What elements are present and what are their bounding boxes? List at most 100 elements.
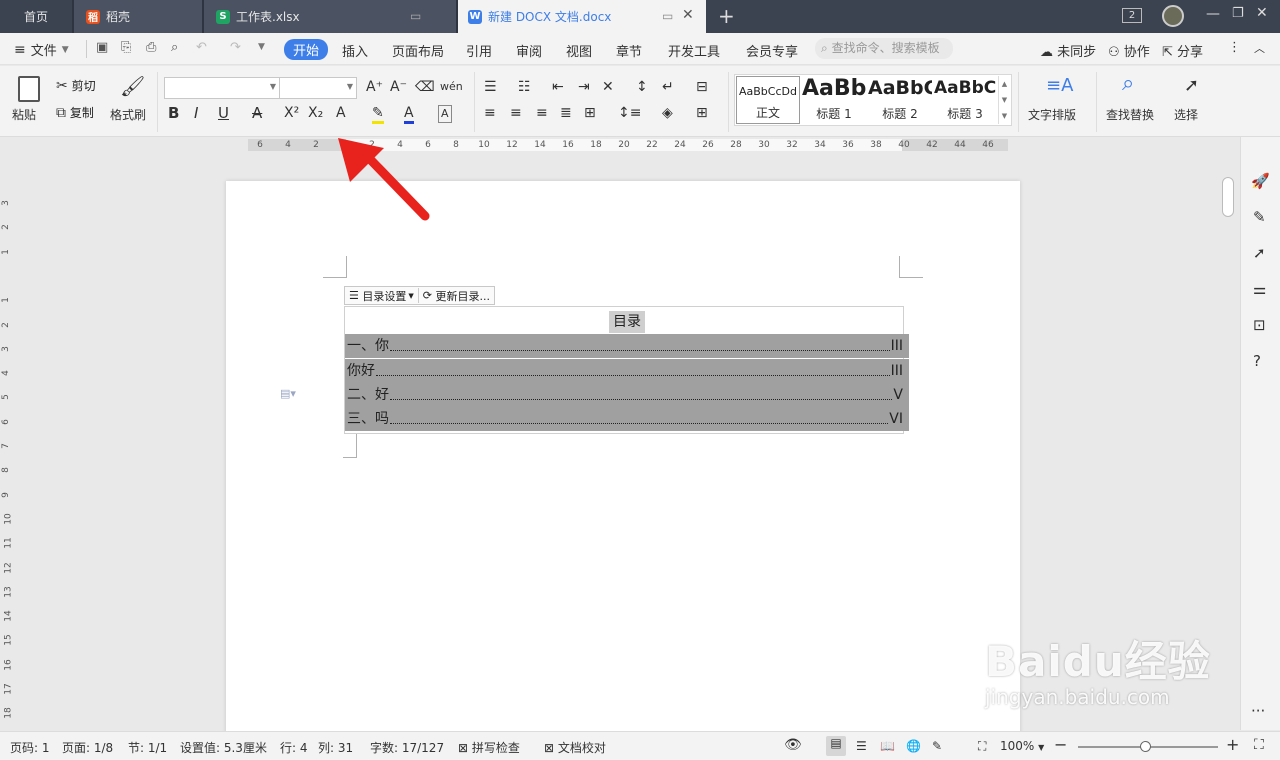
- tab-daoke[interactable]: 稻 稻壳: [74, 0, 202, 33]
- page-view-icon[interactable]: ▤: [826, 736, 846, 756]
- vertical-ruler[interactable]: 3 2 1 1 2 3 4 5 6 7 8 9 10 11 12 13 14 15 16 17 18: [0, 190, 14, 730]
- window-icon[interactable]: ▭: [410, 9, 421, 23]
- font-name-select[interactable]: ▼: [164, 77, 280, 99]
- distribute-icon[interactable]: ⊞: [584, 105, 596, 121]
- style-normal[interactable]: AaBbCcDd 正文: [736, 76, 800, 124]
- minimize-icon[interactable]: —: [1206, 6, 1220, 22]
- select-button[interactable]: ➚ 选择: [1172, 74, 1216, 124]
- read-view-icon[interactable]: 📖: [880, 739, 895, 753]
- status-row[interactable]: 行: 4: [280, 739, 308, 756]
- toc-entry[interactable]: 一、你 III: [345, 334, 909, 358]
- underline-icon[interactable]: U: [218, 105, 229, 121]
- menu-view[interactable]: 视图: [566, 41, 592, 60]
- char-border-icon[interactable]: A: [438, 105, 452, 123]
- sort-icon[interactable]: ↕: [636, 79, 648, 95]
- style-heading-2[interactable]: AaBbC 标题 2: [868, 76, 932, 124]
- tab-docx[interactable]: W 新建 DOCX 文档.docx ▭ ✕: [458, 0, 706, 33]
- undo-icon[interactable]: ↶: [196, 40, 207, 55]
- more-icon[interactable]: ···: [1251, 703, 1265, 719]
- zoom-out-button[interactable]: −: [1054, 735, 1067, 754]
- menu-member[interactable]: 会员专享: [746, 41, 798, 60]
- more-vertical-icon[interactable]: ⋮: [1228, 40, 1241, 55]
- vertical-scrollbar[interactable]: [1220, 137, 1236, 730]
- status-col[interactable]: 列: 31: [318, 739, 353, 756]
- collapse-ribbon-icon[interactable]: ︿: [1254, 40, 1265, 56]
- collab-button[interactable]: ⚇ 协作: [1108, 41, 1150, 60]
- pen-icon[interactable]: ✎: [1253, 209, 1266, 225]
- status-pages[interactable]: 页面: 1/8: [62, 739, 113, 756]
- cut-button[interactable]: ✂ 剪切: [56, 77, 96, 94]
- tray-icon[interactable]: ⊡: [1253, 317, 1266, 333]
- tab-xlsx[interactable]: S 工作表.xlsx ▭: [204, 0, 456, 33]
- spell-check-button[interactable]: ⊠ 拼写检查: [458, 739, 520, 756]
- redo-icon[interactable]: ↷: [230, 40, 241, 55]
- document-page[interactable]: ▤▾ ☰ 目录设置 ▼ ⟳ 更新目录... 目录 一、你 III 你好 III 二、好…: [226, 181, 1020, 741]
- strikethrough-icon[interactable]: A: [252, 105, 262, 121]
- file-menu[interactable]: ≡ 文件 ▼: [14, 40, 69, 60]
- fullscreen-icon[interactable]: ⛶: [1254, 737, 1264, 753]
- status-page-no[interactable]: 页码: 1: [10, 739, 50, 756]
- status-section[interactable]: 节: 1/1: [128, 739, 167, 756]
- italic-icon[interactable]: I: [194, 105, 198, 121]
- web-view-icon[interactable]: 🌐: [906, 739, 921, 753]
- zoom-slider-thumb[interactable]: [1140, 741, 1151, 752]
- increase-indent-icon[interactable]: ⇥: [578, 79, 590, 95]
- close-icon[interactable]: ✕: [682, 7, 694, 23]
- decrease-font-icon[interactable]: A⁻: [390, 79, 407, 95]
- menu-review[interactable]: 审阅: [516, 41, 542, 60]
- text-layout-button[interactable]: ≡A 文字排版: [1026, 74, 1090, 124]
- line-spacing-icon[interactable]: ↕≡: [618, 105, 641, 121]
- align-left-icon[interactable]: ≡: [484, 105, 496, 121]
- save-icon[interactable]: ▣: [96, 40, 108, 55]
- subscript-icon[interactable]: X₂: [308, 105, 323, 121]
- new-tab-button[interactable]: +: [718, 4, 735, 28]
- style-heading-1[interactable]: AaBb 标题 1: [802, 76, 866, 124]
- status-setting[interactable]: 设置值: 5.3厘米: [180, 739, 267, 756]
- superscript-icon[interactable]: X²: [284, 105, 299, 121]
- clear-format-icon[interactable]: ⌫: [415, 79, 435, 95]
- zoom-select[interactable]: 100% ▼: [1000, 739, 1044, 753]
- outline-view-icon[interactable]: ☰: [856, 739, 867, 753]
- font-color-icon[interactable]: A: [404, 105, 414, 124]
- table-lines-icon[interactable]: ⊟: [696, 79, 708, 95]
- align-center-icon[interactable]: ≡: [510, 105, 522, 121]
- zoom-in-button[interactable]: +: [1226, 735, 1239, 754]
- print-preview-icon[interactable]: ⌕: [171, 40, 178, 55]
- find-replace-button[interactable]: ⌕ 查找替换: [1104, 73, 1166, 124]
- copy-button[interactable]: ⧉ 复制: [56, 104, 94, 121]
- sliders-icon[interactable]: ⚌: [1253, 281, 1266, 297]
- toc-field[interactable]: 目录 一、你 III 你好 III 二、好 V 三、吗 VI: [344, 306, 909, 434]
- borders-icon[interactable]: ⊞: [696, 105, 708, 121]
- toc-settings-button[interactable]: ☰ 目录设置 ▼: [345, 287, 418, 304]
- show-marks-icon[interactable]: ↵: [662, 79, 674, 95]
- menu-page-layout[interactable]: 页面布局: [392, 41, 444, 60]
- export-icon[interactable]: ⎘: [121, 40, 131, 55]
- bold-icon[interactable]: B: [168, 105, 179, 121]
- avatar[interactable]: [1162, 5, 1184, 27]
- numbered-list-icon[interactable]: ☷: [518, 79, 531, 95]
- search-input[interactable]: ⌕ 查找命令、搜索模板: [815, 38, 953, 59]
- toc-entry[interactable]: 你好 III: [345, 359, 909, 383]
- rocket-icon[interactable]: 🚀: [1251, 173, 1270, 189]
- style-heading-3[interactable]: AaBbCc 标题 3: [934, 76, 996, 124]
- scroll-thumb[interactable]: [1222, 177, 1234, 217]
- style-scroll[interactable]: ▲ ▼ ▼: [998, 76, 1010, 124]
- proofread-button[interactable]: ⊠ 文档校对: [544, 739, 606, 756]
- write-view-icon[interactable]: ✎: [932, 739, 942, 753]
- text-effect-icon[interactable]: A: [336, 105, 346, 121]
- restore-icon[interactable]: ❐: [1232, 6, 1244, 21]
- eye-icon[interactable]: 👁: [784, 737, 802, 753]
- menu-references[interactable]: 引用: [466, 41, 492, 60]
- print-icon[interactable]: ⎙: [146, 40, 156, 55]
- toc-entry[interactable]: 三、吗 VI: [345, 407, 909, 431]
- fit-page-icon[interactable]: ⛶: [978, 739, 986, 754]
- status-words[interactable]: 字数: 17/127: [370, 739, 444, 756]
- help-icon[interactable]: ?: [1253, 353, 1261, 369]
- format-painter-button[interactable]: 🖌 格式刷: [110, 74, 150, 122]
- share-button[interactable]: ⇱ 分享: [1162, 41, 1203, 60]
- font-size-select[interactable]: ▼: [279, 77, 357, 99]
- paste-button[interactable]: 粘贴: [12, 74, 44, 122]
- phonetic-guide-icon[interactable]: wén: [440, 79, 463, 95]
- menu-developer[interactable]: 开发工具: [668, 41, 720, 60]
- pointer-icon[interactable]: ➚: [1253, 245, 1266, 261]
